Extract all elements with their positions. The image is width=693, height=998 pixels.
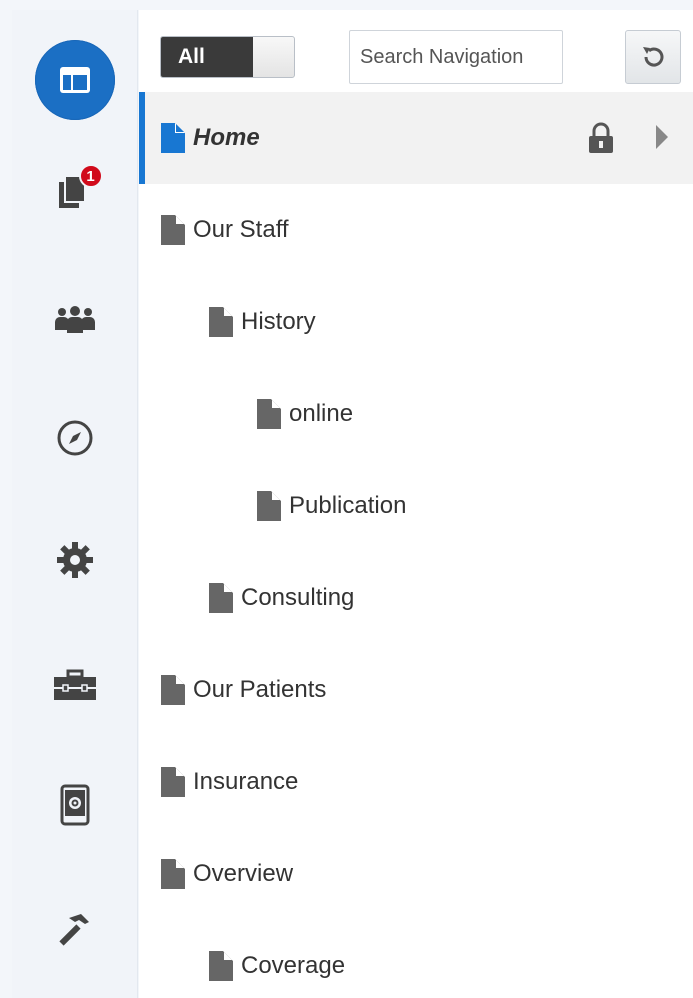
page-icon <box>209 307 233 337</box>
people-button[interactable] <box>45 290 105 350</box>
tree-item-label: Our Patients <box>193 676 327 703</box>
tree-item-label: Overview <box>193 860 294 887</box>
left-rail: 1 <box>12 10 138 998</box>
toolbox-button[interactable] <box>45 655 105 715</box>
tree-item-insurance[interactable]: Insurance <box>139 736 693 828</box>
refresh-icon <box>643 47 664 67</box>
tree-item-label: History <box>241 308 316 335</box>
tree-item-online[interactable]: online <box>139 368 693 460</box>
navigation-toolbar: All <box>139 10 693 92</box>
mobile-settings-button[interactable] <box>45 775 105 835</box>
page-icon <box>161 859 185 889</box>
tree-item-label: Our Staff <box>193 216 289 243</box>
toolbox-icon <box>53 669 96 700</box>
mobile-settings-icon <box>60 784 89 826</box>
tree-item-label: Coverage <box>241 952 346 979</box>
toggle-label: All <box>161 37 253 77</box>
tree-item-our-patients[interactable]: Our Patients <box>139 644 693 736</box>
build-button[interactable] <box>45 898 105 958</box>
explore-button[interactable] <box>45 408 105 468</box>
page-icon <box>257 399 281 429</box>
app: 1 All Search Navigation Home Our Staff H… <box>0 0 693 998</box>
people-icon <box>54 306 95 333</box>
refresh-button[interactable] <box>625 30 681 84</box>
compass-icon <box>57 420 92 456</box>
tree-item-label: Insurance <box>193 768 299 795</box>
documents-button[interactable]: 1 <box>45 162 105 222</box>
tree-item-label: Publication <box>289 492 407 519</box>
page-icon <box>161 215 185 245</box>
hammer-icon <box>58 914 89 946</box>
page-icon <box>257 491 281 521</box>
page-icon <box>161 675 185 705</box>
page-icon <box>161 767 185 797</box>
tree-item-overview[interactable]: Overview <box>139 828 693 920</box>
page-icon <box>209 583 233 613</box>
tree-item-consulting[interactable]: Consulting <box>139 552 693 644</box>
tree-item-history[interactable]: History <box>139 276 693 368</box>
page-layout-icon <box>59 67 90 93</box>
lock-icon[interactable] <box>587 122 615 159</box>
navigation-tree: Home Our Staff History online Publicatio… <box>139 92 693 998</box>
page-icon <box>209 951 233 981</box>
notification-badge: 1 <box>78 164 103 188</box>
tree-item-label: online <box>289 400 354 427</box>
tree-item-home[interactable]: Home <box>139 92 693 184</box>
search-input[interactable] <box>349 30 563 84</box>
tree-item-publication[interactable]: Publication <box>139 460 693 552</box>
gear-icon <box>56 542 93 578</box>
settings-button[interactable] <box>45 530 105 590</box>
tree-item-our-staff[interactable]: Our Staff <box>139 184 693 276</box>
page-layout-button[interactable] <box>34 40 115 120</box>
expand-arrow-icon[interactable] <box>655 125 669 154</box>
all-toggle[interactable]: All <box>160 36 295 78</box>
page-icon <box>161 123 185 153</box>
tree-item-coverage[interactable]: Coverage <box>139 920 693 998</box>
tree-item-label: Home <box>193 124 260 151</box>
navigation-panel: All Home <box>139 10 693 998</box>
tree-item-label: Consulting <box>241 584 355 611</box>
